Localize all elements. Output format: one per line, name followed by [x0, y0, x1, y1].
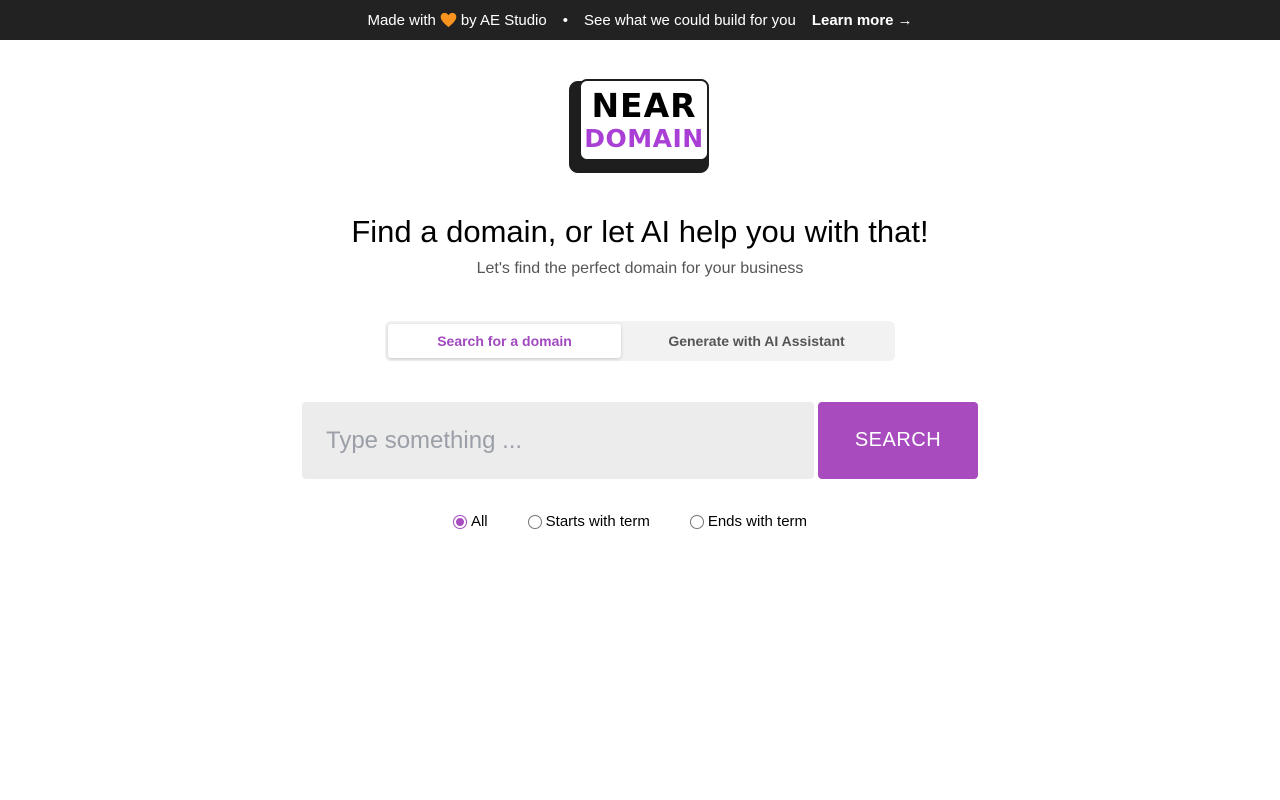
- tab-generate-ai[interactable]: Generate with AI Assistant: [621, 324, 892, 358]
- radio-all-control[interactable]: [452, 514, 467, 529]
- search-bar: SEARCH: [0, 402, 1280, 479]
- arrow-right-icon: →: [897, 11, 913, 29]
- logo-card: NEAR DOMAIN: [579, 79, 709, 161]
- radio-all-label: All: [470, 513, 488, 530]
- tab-search-domain[interactable]: Search for a domain: [388, 324, 621, 358]
- search-button[interactable]: SEARCH: [818, 402, 978, 479]
- logo-line-near: NEAR: [591, 86, 697, 125]
- heart-icon: [440, 12, 457, 28]
- made-with-label: Made with: [367, 11, 436, 29]
- page-title: Find a domain, or let AI help you with t…: [351, 214, 929, 249]
- match-filter-group: All Starts with term Ends with term: [0, 513, 1280, 530]
- radio-ends-with-control[interactable]: [689, 514, 704, 529]
- search-input[interactable]: [302, 402, 814, 479]
- learn-more-link[interactable]: Learn more →: [812, 12, 913, 29]
- logo-line-domain: DOMAIN: [584, 124, 704, 153]
- radio-all[interactable]: All: [452, 513, 488, 530]
- mode-tabs: Search for a domain Generate with AI Ass…: [385, 321, 895, 361]
- radio-starts-with-control[interactable]: [527, 514, 542, 529]
- learn-more-label: Learn more: [811, 11, 894, 29]
- separator-dot: •: [562, 11, 569, 29]
- radio-ends-with[interactable]: Ends with term: [689, 513, 808, 530]
- promo-banner: Made with by AE Studio • See what we cou…: [0, 0, 1280, 40]
- radio-starts-with-label: Starts with term: [545, 513, 650, 530]
- ae-studio-label: by AE Studio: [460, 11, 547, 29]
- made-with-text: Made with by AE Studio: [367, 12, 546, 29]
- radio-ends-with-label: Ends with term: [707, 513, 808, 530]
- pitch-text: See what we could build for you: [584, 11, 796, 29]
- near-domain-logo[interactable]: NEAR DOMAIN: [569, 79, 711, 173]
- radio-starts-with[interactable]: Starts with term: [527, 513, 650, 530]
- page-subtitle: Let's find the perfect domain for your b…: [476, 260, 804, 277]
